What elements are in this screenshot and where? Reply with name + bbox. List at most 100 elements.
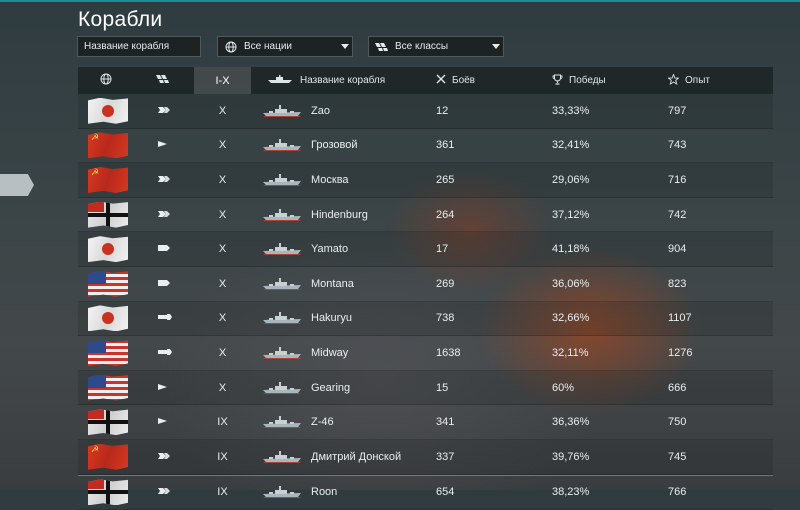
ship-image-cell <box>263 94 303 128</box>
class-cell <box>158 371 172 405</box>
wins-cell: 60% <box>552 381 575 394</box>
ship-image-cell <box>263 336 303 370</box>
sort-by-nation-header[interactable] <box>100 67 112 94</box>
class-cell <box>158 336 172 370</box>
nation-cell <box>88 476 128 510</box>
ship-name-cell: Hindenburg <box>311 208 368 221</box>
sort-by-class-header[interactable] <box>156 67 170 94</box>
class-filter-dropdown[interactable]: Все классы <box>368 36 504 57</box>
ship-silhouette-icon <box>268 75 292 86</box>
exp-cell: 750 <box>668 416 687 429</box>
exp-cell: 823 <box>668 277 687 290</box>
wins-cell: 41,18% <box>552 243 590 256</box>
table-row[interactable]: IX Roon 654 38,23% 766 <box>78 474 773 510</box>
table-row[interactable]: X Gearing 15 60% 666 <box>78 370 773 406</box>
ship-image-cell <box>263 405 303 439</box>
ship-silhouette-icon <box>263 485 301 499</box>
class-cell <box>158 440 172 474</box>
battles-cell: 738 <box>436 312 455 325</box>
ship-name-search-input[interactable] <box>77 36 201 57</box>
class-cell <box>158 94 172 128</box>
ship-image-cell <box>263 129 303 163</box>
ship-name-cell: Грозовой <box>311 139 358 152</box>
cruiser-class-icon <box>158 174 170 186</box>
wins-cell: 36,36% <box>552 416 590 429</box>
table-row[interactable]: X Москва 265 29,06% 716 <box>78 163 773 198</box>
nation-filter-label: Все нации <box>244 41 292 52</box>
destroyer-class-icon <box>158 382 168 394</box>
exp-cell: 743 <box>668 139 687 152</box>
exp-cell: 666 <box>668 381 687 394</box>
tier-cell: IX <box>217 450 228 463</box>
exp-cell: 797 <box>668 104 687 117</box>
ship-name-cell: Roon <box>311 486 338 499</box>
table-row[interactable]: X Грозовой 361 32,41% 743 <box>78 129 773 164</box>
battles-cell: 654 <box>436 486 455 499</box>
table-row[interactable]: X Midway 1638 32,11% 1276 <box>78 336 773 371</box>
class-cell <box>158 267 172 301</box>
battles-cell: 341 <box>436 416 455 429</box>
germany-flag-icon <box>88 201 128 228</box>
page-title: Корабли <box>78 8 163 31</box>
sort-by-exp-header[interactable]: Опыт <box>667 67 710 94</box>
sort-by-tier-header[interactable]: I-X <box>194 67 251 94</box>
nation-cell <box>88 232 128 266</box>
battles-cell: 15 <box>436 381 449 394</box>
tier-header-label: I-X <box>215 74 230 87</box>
star-icon <box>667 72 680 88</box>
table-row[interactable]: X Montana 269 36,06% 823 <box>78 267 773 302</box>
japan-flag-icon <box>88 305 128 332</box>
ship-silhouette-icon <box>263 138 301 152</box>
table-row[interactable]: X Hindenburg 264 37,12% 742 <box>78 198 773 233</box>
ussr-flag-icon <box>88 132 128 159</box>
cruiser-class-icon <box>158 209 170 221</box>
class-cell <box>158 476 172 510</box>
ussr-flag-icon <box>88 166 128 193</box>
tier-cell: IX <box>217 486 228 499</box>
globe-icon <box>100 73 112 88</box>
sort-by-battles-header[interactable]: Боёв <box>436 67 475 94</box>
ship-silhouette-icon <box>263 415 301 429</box>
ship-name-cell: Hakuryu <box>311 312 352 325</box>
ship-image-cell <box>263 371 303 405</box>
ships-table: I-X Название корабля Боёв Победы Опыт X … <box>78 67 773 510</box>
cruiser-class-icon <box>158 486 170 498</box>
ship-name-cell: Москва <box>311 173 349 186</box>
battles-cell: 265 <box>436 173 455 186</box>
table-row[interactable]: X Zao 12 33,33% 797 <box>78 94 773 129</box>
wins-header-label: Победы <box>569 75 606 86</box>
nation-cell <box>88 336 128 370</box>
table-body: X Zao 12 33,33% 797 X Грозовой 361 32,41% 743 X Мос… <box>78 94 773 510</box>
nation-filter-dropdown[interactable]: Все нации <box>217 36 353 57</box>
table-row[interactable]: X Yamato 17 41,18% 904 <box>78 232 773 267</box>
usa-flag-icon <box>88 339 128 366</box>
ship-name-cell: Дмитрий Донской <box>311 450 402 463</box>
ship-image-cell <box>263 267 303 301</box>
battles-cell: 269 <box>436 277 455 290</box>
ship-name-cell: Midway <box>311 346 349 359</box>
exp-cell: 766 <box>668 486 687 499</box>
table-row[interactable]: IX Z-46 341 36,36% 750 <box>78 405 773 440</box>
ship-silhouette-icon <box>263 346 301 360</box>
tier-cell: X <box>218 381 227 394</box>
sort-by-wins-header[interactable]: Победы <box>552 67 606 94</box>
ship-image-cell <box>263 302 303 336</box>
tier-cell: X <box>218 277 227 290</box>
germany-flag-icon <box>88 409 128 436</box>
exp-header-label: Опыт <box>685 75 710 86</box>
ship-name-cell: Yamato <box>311 243 349 256</box>
class-cell <box>158 198 172 232</box>
ship-silhouette-icon <box>263 450 301 464</box>
class-cell <box>158 405 172 439</box>
exp-cell: 904 <box>668 243 687 256</box>
wins-cell: 29,06% <box>552 173 590 186</box>
tier-cell: X <box>218 208 227 221</box>
crossed-swords-icon <box>436 74 446 87</box>
class-cell <box>158 129 172 163</box>
ship-silhouette-icon <box>263 104 301 118</box>
sort-by-name-header[interactable]: Название корабля <box>268 67 385 94</box>
table-row[interactable]: IX Дмитрий Донской 337 39,76% 745 <box>78 439 773 475</box>
carrier-class-icon <box>158 312 172 324</box>
table-row[interactable]: X Hakuryu 738 32,66% 1107 <box>78 301 773 337</box>
side-collapse-tab[interactable] <box>0 174 34 196</box>
